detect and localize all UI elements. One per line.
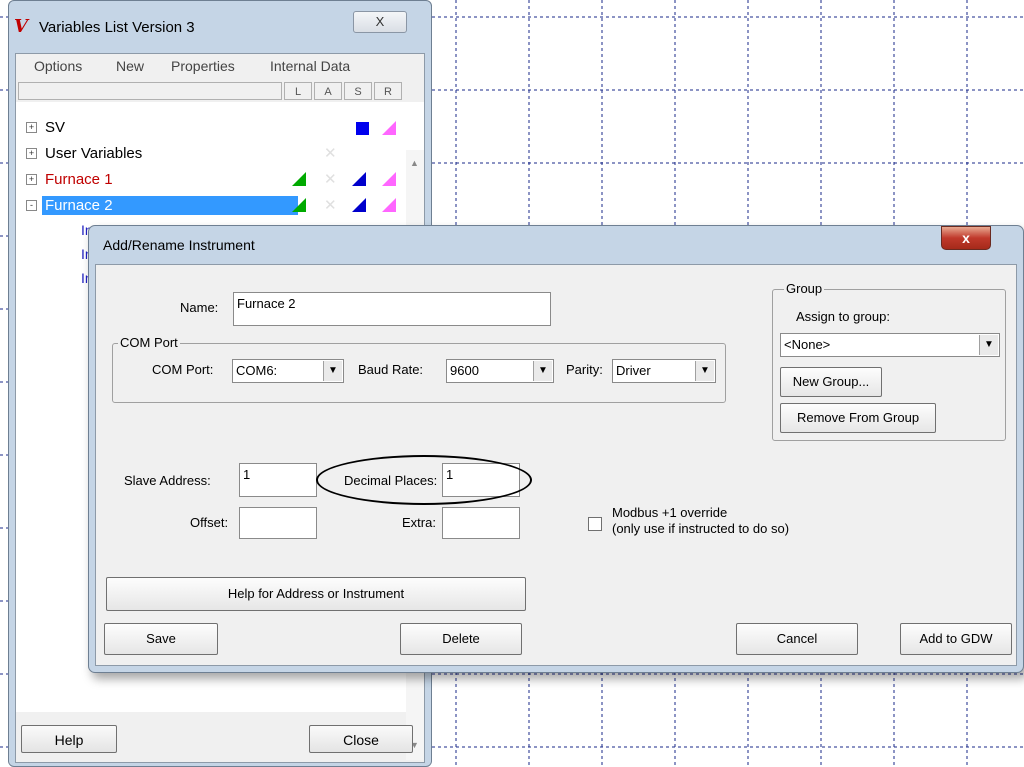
- close-icon: x: [962, 230, 970, 246]
- tree-label-selected[interactable]: Furnace 2: [42, 196, 298, 215]
- a-flag-x-icon: ✕: [324, 145, 337, 162]
- remove-from-group-button[interactable]: Remove From Group: [780, 403, 936, 433]
- slave-address-label: Slave Address:: [124, 473, 211, 488]
- assign-group-select[interactable]: <None> ▼: [780, 333, 1000, 357]
- menu-properties[interactable]: Properties: [171, 58, 235, 74]
- parity-value: Driver: [616, 363, 651, 378]
- slave-address-input[interactable]: 1: [239, 463, 317, 497]
- close-button[interactable]: Close: [309, 725, 413, 753]
- modbus-override-checkbox[interactable]: [588, 517, 602, 531]
- com-port-select[interactable]: COM6: ▼: [232, 359, 344, 383]
- tree-label[interactable]: Furnace 1: [42, 170, 116, 189]
- s-flag-square-icon: [356, 122, 369, 135]
- com-port-group-label: COM Port: [118, 335, 180, 350]
- tree-row-user-variables[interactable]: + User Variables: [16, 142, 416, 166]
- highlight-ellipse: [316, 455, 532, 505]
- baud-rate-label: Baud Rate:: [358, 362, 424, 377]
- s-flag-icon: [352, 198, 366, 212]
- com-port-label: COM Port:: [152, 362, 214, 377]
- tree-label[interactable]: SV: [42, 118, 68, 137]
- com-port-value: COM6:: [236, 363, 278, 378]
- column-l[interactable]: L: [284, 82, 312, 100]
- dialog-body: Name: Furnace 2 COM Port COM Port: COM6:…: [95, 264, 1017, 666]
- menu-options[interactable]: Options: [34, 58, 82, 74]
- expand-icon[interactable]: +: [26, 148, 37, 159]
- tree-label[interactable]: User Variables: [42, 144, 145, 163]
- column-s[interactable]: S: [344, 82, 372, 100]
- modbus-override-note: (only use if instructed to do so): [612, 521, 790, 536]
- scroll-up-icon[interactable]: ▲: [410, 158, 419, 168]
- window-title: V Variables List Version 3: [14, 16, 195, 37]
- r-flag-icon: [382, 121, 396, 135]
- extra-label: Extra:: [402, 515, 436, 530]
- new-group-button[interactable]: New Group...: [780, 367, 882, 397]
- dialog-close-button[interactable]: x: [941, 226, 991, 250]
- delete-button[interactable]: Delete: [400, 623, 522, 655]
- name-column-header: [18, 82, 282, 100]
- name-label: Name:: [180, 300, 219, 315]
- dropdown-arrow-icon[interactable]: ▼: [323, 361, 342, 381]
- assign-to-group-label: Assign to group:: [796, 309, 890, 324]
- dropdown-arrow-icon[interactable]: ▼: [695, 361, 714, 381]
- save-button[interactable]: Save: [104, 623, 218, 655]
- dialog-title: Add/Rename Instrument: [103, 237, 255, 253]
- close-icon: X: [375, 14, 385, 29]
- column-r[interactable]: R: [374, 82, 402, 100]
- parity-label: Parity:: [566, 362, 603, 377]
- column-a[interactable]: A: [314, 82, 342, 100]
- offset-input[interactable]: [239, 507, 317, 539]
- name-input[interactable]: Furnace 2: [233, 292, 551, 326]
- l-flag-icon: [292, 172, 306, 186]
- column-header: L A S R: [16, 80, 424, 103]
- a-flag-x-icon: ✕: [324, 171, 337, 188]
- assign-group-value: <None>: [784, 337, 831, 352]
- group-box-label: Group: [784, 281, 825, 296]
- window-title-text: Variables List Version 3: [39, 19, 195, 36]
- offset-label: Offset:: [190, 515, 229, 530]
- menu-internal-data[interactable]: Internal Data: [270, 58, 350, 74]
- help-button[interactable]: Help: [21, 725, 117, 753]
- help-address-instrument-button[interactable]: Help for Address or Instrument: [106, 577, 526, 611]
- extra-input[interactable]: [442, 507, 520, 539]
- dropdown-arrow-icon[interactable]: ▼: [979, 335, 998, 355]
- expand-icon[interactable]: +: [26, 122, 37, 133]
- s-flag-icon: [352, 172, 366, 186]
- add-to-gdw-button[interactable]: Add to GDW: [900, 623, 1012, 655]
- l-flag-icon: [292, 198, 306, 212]
- add-rename-instrument-dialog: Add/Rename Instrument x Name: Furnace 2 …: [88, 225, 1024, 673]
- dropdown-arrow-icon[interactable]: ▼: [533, 361, 552, 381]
- baud-rate-value: 9600: [450, 363, 479, 378]
- menu-bar: Options New Properties Internal Data: [16, 54, 424, 76]
- parity-select[interactable]: Driver ▼: [612, 359, 716, 383]
- r-flag-icon: [382, 198, 396, 212]
- baud-rate-select[interactable]: 9600 ▼: [446, 359, 554, 383]
- modbus-override-label: Modbus +1 override: [612, 505, 728, 520]
- window-close-button[interactable]: X: [353, 11, 407, 33]
- expand-icon[interactable]: +: [26, 174, 37, 185]
- collapse-icon[interactable]: -: [26, 200, 37, 211]
- r-flag-icon: [382, 172, 396, 186]
- app-logo: V: [14, 16, 28, 37]
- menu-new[interactable]: New: [116, 58, 144, 74]
- cancel-button[interactable]: Cancel: [736, 623, 858, 655]
- a-flag-x-icon: ✕: [324, 197, 337, 214]
